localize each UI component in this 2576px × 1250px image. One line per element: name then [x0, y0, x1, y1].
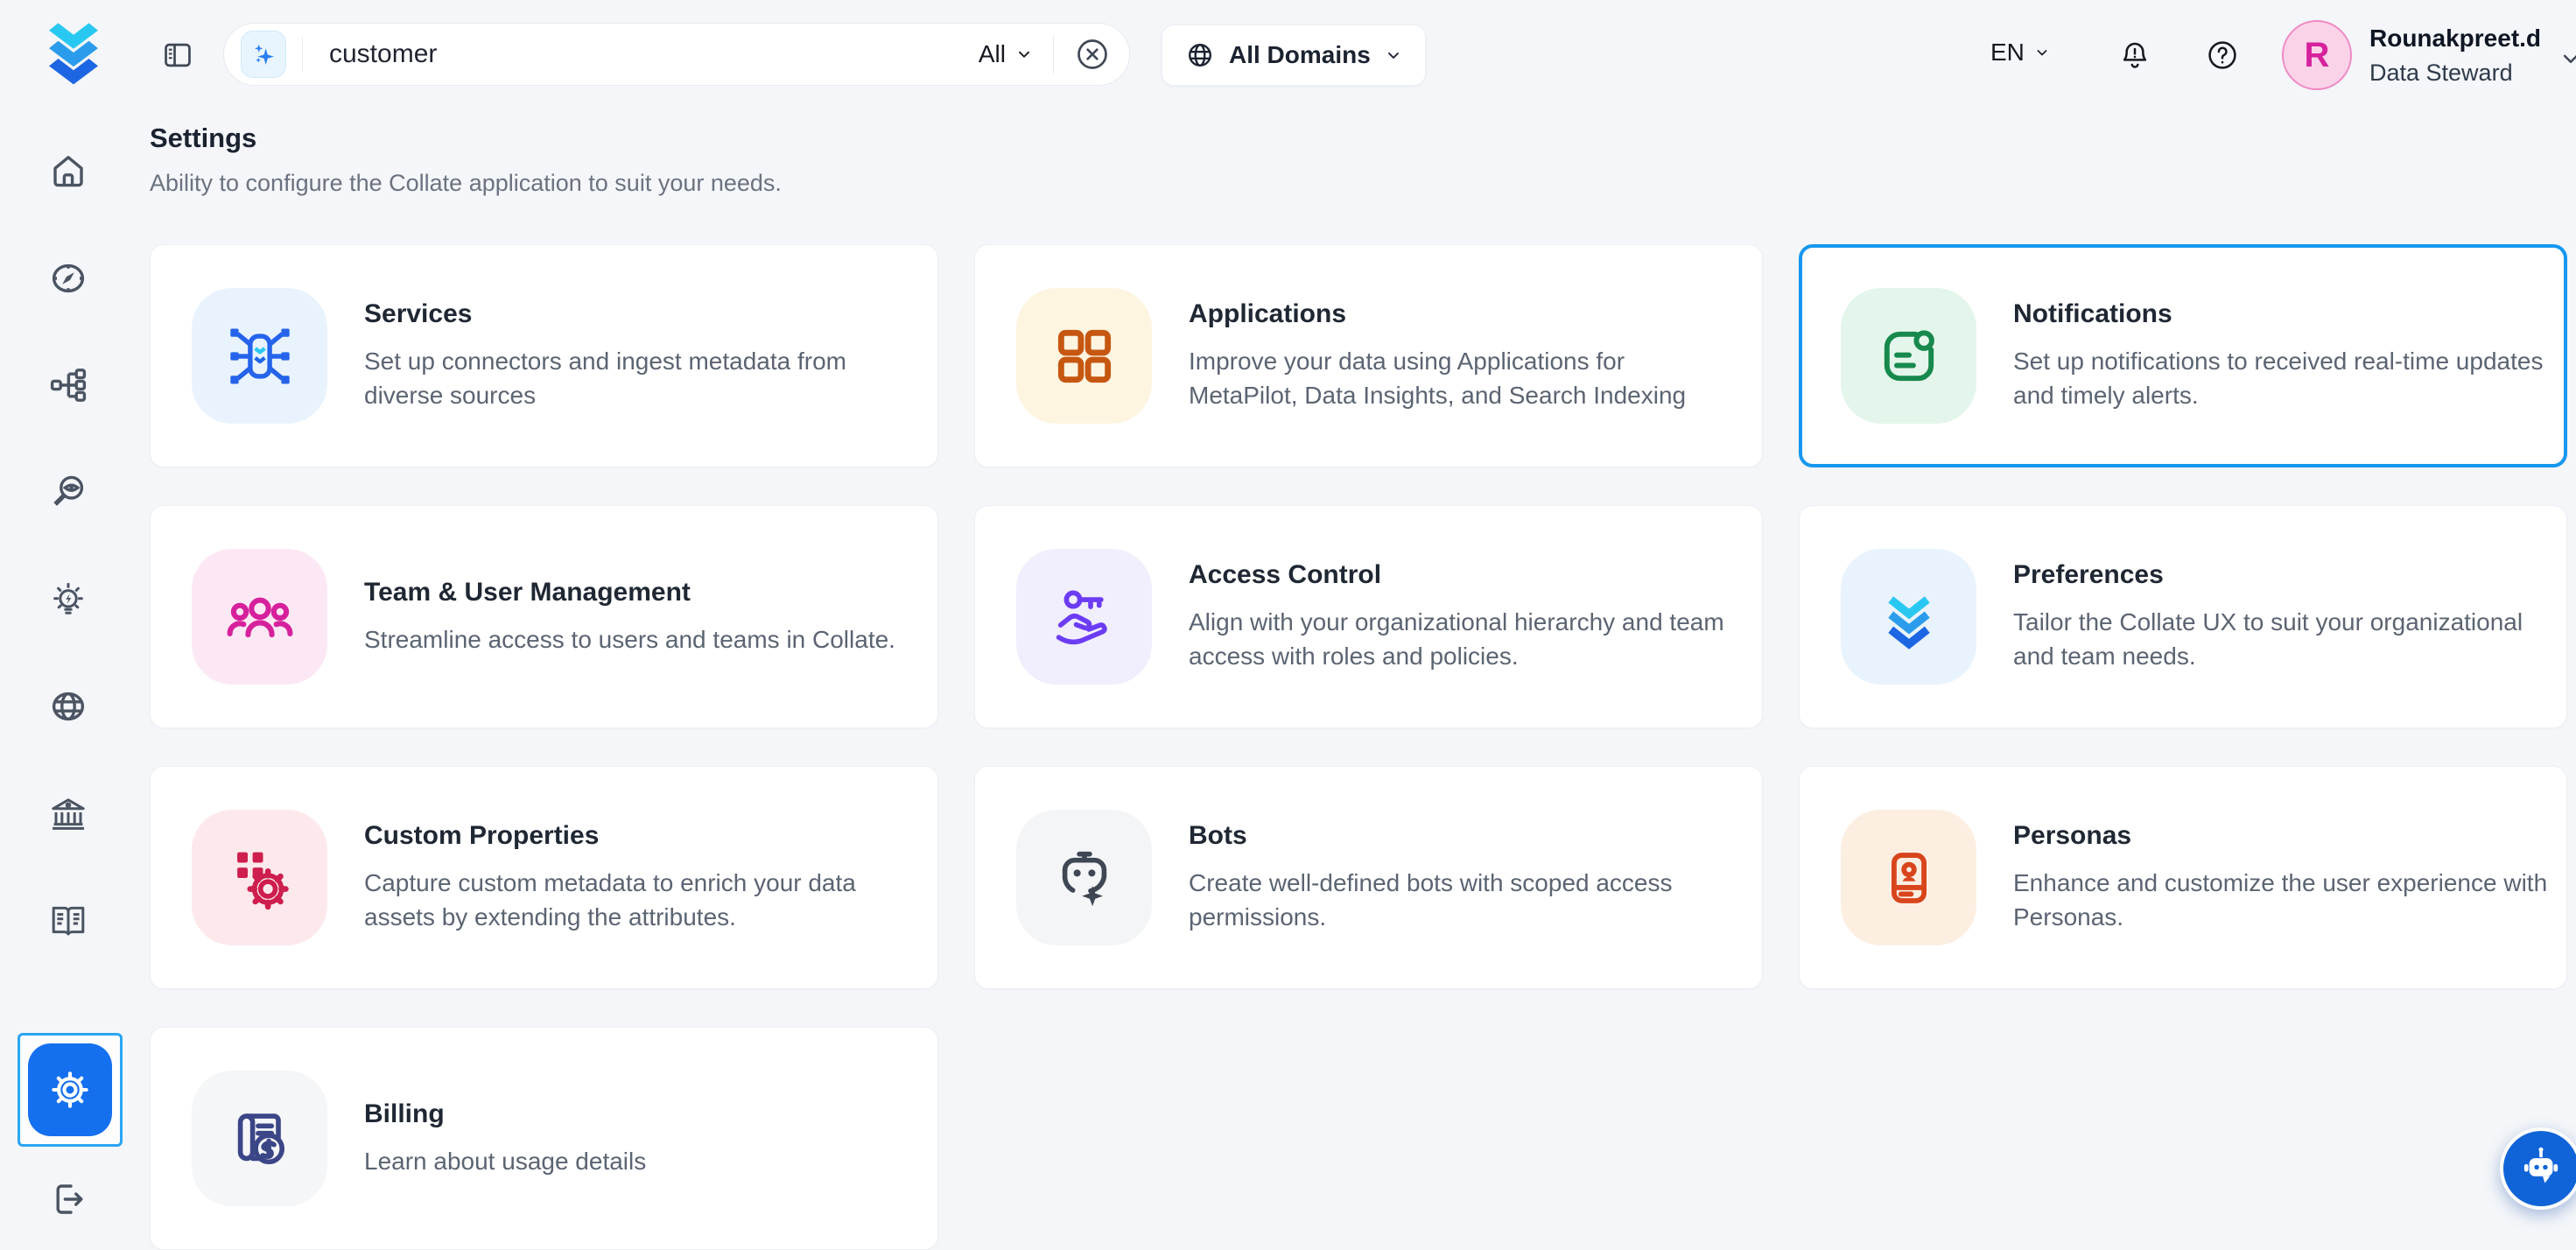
card-custom-properties[interactable]: Custom Properties Capture custom metadat… — [150, 766, 938, 989]
card-description: Set up notifications to received real-ti… — [2013, 344, 2551, 412]
sidebar-item-observability[interactable] — [47, 471, 89, 513]
globe-icon — [47, 685, 89, 727]
card-title: Applications — [1189, 299, 1746, 329]
left-sidebar — [0, 0, 137, 1246]
lightbulb-icon — [47, 579, 89, 621]
flow-icon — [47, 364, 89, 406]
search-scope-label: All — [979, 40, 1006, 68]
domains-dropdown[interactable]: All Domains — [1162, 25, 1426, 86]
sidebar-item-explore[interactable] — [47, 257, 89, 299]
notifications-bell-button[interactable] — [2118, 39, 2151, 72]
language-label: EN — [1990, 39, 2025, 67]
card-description: Set up connectors and ingest metadata fr… — [364, 344, 916, 412]
book-icon — [47, 900, 89, 942]
user-name: Rounakpreet.d — [2369, 21, 2541, 56]
card-title: Notifications — [2013, 299, 2551, 329]
bot-icon — [1016, 810, 1152, 945]
services-icon — [192, 288, 327, 424]
sidebar-item-govern[interactable] — [47, 793, 89, 835]
card-description: Align with your organizational hierarchy… — [1189, 605, 1740, 673]
card-title: Access Control — [1189, 560, 1746, 590]
card-description: Tailor the Collate UX to suit your organ… — [2013, 605, 2551, 673]
compass-icon — [47, 257, 89, 299]
help-button[interactable] — [2206, 39, 2239, 72]
card-applications[interactable]: Applications Improve your data using App… — [974, 244, 1763, 467]
card-title: Team & User Management — [364, 578, 922, 607]
page-subtitle: Ability to configure the Collate applica… — [150, 170, 2569, 197]
close-circle-icon — [1075, 37, 1110, 72]
card-description: Streamline access to users and teams in … — [364, 622, 916, 657]
search-scope-dropdown[interactable]: All — [979, 40, 1053, 68]
receipt-dollar-icon — [192, 1071, 327, 1206]
settings-page: Settings Ability to configure the Collat… — [150, 123, 2569, 1250]
card-title: Services — [364, 299, 922, 329]
sidebar-item-lineage[interactable] — [47, 364, 89, 406]
card-preferences[interactable]: Preferences Tailor the Collate UX to sui… — [1799, 505, 2567, 728]
language-selector[interactable]: EN — [1990, 39, 2051, 67]
applications-icon — [1016, 288, 1152, 424]
card-title: Preferences — [2013, 560, 2551, 590]
user-menu[interactable]: Rounakpreet.d Data Steward — [2369, 21, 2541, 89]
user-role: Data Steward — [2369, 56, 2541, 89]
chevron-down-icon — [2033, 44, 2051, 61]
id-card-icon — [1841, 810, 1976, 945]
grid-gear-icon — [192, 810, 327, 945]
settings-active-highlight — [28, 1043, 112, 1136]
settings-cards-grid: Services Set up connectors and ingest me… — [150, 244, 2569, 1250]
card-description: Create well-defined bots with scoped acc… — [1189, 866, 1740, 934]
robot-icon — [2514, 1141, 2568, 1196]
card-billing[interactable]: Billing Learn about usage details — [150, 1027, 938, 1250]
card-personas[interactable]: Personas Enhance and customize the user … — [1799, 766, 2567, 989]
chevron-down-icon — [1385, 46, 1402, 64]
user-avatar[interactable]: R — [2282, 20, 2352, 90]
sidebar-item-home[interactable] — [47, 150, 89, 192]
chatbot-button[interactable] — [2500, 1127, 2576, 1210]
search-input[interactable] — [303, 39, 979, 69]
card-title: Custom Properties — [364, 821, 922, 851]
search-divider — [1053, 35, 1054, 74]
search-clear-button[interactable] — [1075, 37, 1110, 72]
card-notifications[interactable]: Notifications Set up notifications to re… — [1799, 244, 2567, 467]
bell-icon — [2118, 39, 2151, 72]
card-description: Enhance and customize the user experienc… — [2013, 866, 2551, 934]
card-services[interactable]: Services Set up connectors and ingest me… — [150, 244, 938, 467]
card-team-user-management[interactable]: Team & User Management Streamline access… — [150, 505, 938, 728]
card-title: Billing — [364, 1099, 922, 1129]
sidebar-item-glossary[interactable] — [47, 900, 89, 942]
key-hand-icon — [1016, 549, 1152, 685]
card-bots[interactable]: Bots Create well-defined bots with scope… — [974, 766, 1763, 989]
card-description: Capture custom metadata to enrich your d… — [364, 866, 916, 934]
team-icon — [192, 549, 327, 685]
card-title: Personas — [2013, 821, 2551, 851]
card-title: Bots — [1189, 821, 1746, 851]
globe-icon — [1185, 40, 1215, 70]
sidebar-item-insights[interactable] — [47, 579, 89, 621]
avatar-initial: R — [2305, 36, 2330, 75]
bank-icon — [47, 793, 89, 835]
gear-icon — [45, 1064, 95, 1115]
ai-sparkle-icon[interactable] — [241, 31, 286, 78]
card-description: Improve your data using Applications for… — [1189, 344, 1740, 412]
page-title: Settings — [150, 123, 2569, 154]
magnifier-eye-icon — [47, 471, 89, 513]
sidebar-item-domains[interactable] — [47, 685, 89, 727]
sidebar-item-logout[interactable] — [47, 1178, 89, 1220]
domains-label: All Domains — [1229, 41, 1371, 69]
card-access-control[interactable]: Access Control Align with your organizat… — [974, 505, 1763, 728]
question-circle-icon — [2206, 39, 2239, 72]
card-description: Learn about usage details — [364, 1144, 916, 1178]
top-bar: All All Domains EN R Rounakpreet.d Data … — [0, 0, 2576, 112]
notifications-icon — [1841, 288, 1976, 424]
logout-icon — [47, 1178, 89, 1220]
chevron-down-icon — [1014, 45, 1034, 64]
home-icon — [47, 150, 89, 192]
user-menu-chevron-icon[interactable] — [2558, 46, 2576, 72]
collate-layers-icon — [1841, 549, 1976, 685]
sidebar-item-settings[interactable] — [18, 1033, 123, 1147]
global-search-bar[interactable]: All — [223, 23, 1130, 86]
sidebar-toggle-button[interactable] — [161, 39, 194, 72]
panel-toggle-icon — [161, 39, 194, 72]
